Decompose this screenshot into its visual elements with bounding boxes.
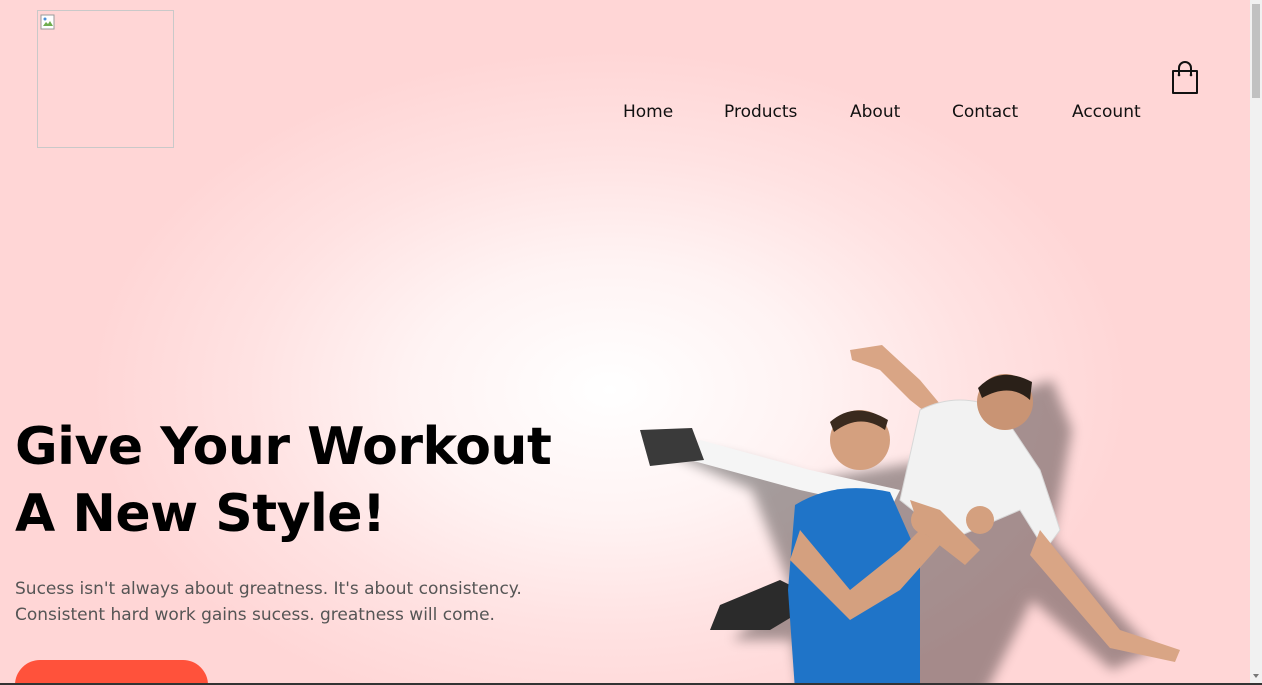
shopping-bag-icon[interactable] [1169, 60, 1201, 96]
logo-image[interactable] [37, 10, 174, 148]
nav-about[interactable]: About [850, 102, 900, 122]
explore-now-button[interactable]: Explore Now → [15, 660, 208, 685]
scroll-down-arrow-icon[interactable] [1252, 672, 1260, 680]
nav-home[interactable]: Home [623, 102, 673, 122]
hero-title-line-2: A New Style! [15, 484, 386, 544]
scrollbar-thumb[interactable] [1252, 4, 1260, 98]
nav-products[interactable]: Products [724, 102, 797, 122]
hero-title: Give Your Workout A New Style! [15, 414, 615, 548]
hero-subtitle-line-2: Consistent hard work gains sucess. great… [15, 605, 495, 625]
main-nav: Home Products About Contact Account [600, 102, 1160, 128]
vertical-scrollbar[interactable] [1250, 0, 1262, 685]
hero-subtitle-line-1: Sucess isn't always about greatness. It'… [15, 579, 522, 599]
hero-athletes-image [640, 345, 1180, 685]
hero-title-line-1: Give Your Workout [15, 417, 552, 477]
page: Home Products About Contact Account Give… [0, 0, 1250, 685]
hero-subtitle: Sucess isn't always about greatness. It'… [15, 576, 615, 628]
nav-account[interactable]: Account [1072, 102, 1141, 122]
broken-image-icon [40, 14, 55, 30]
nav-contact[interactable]: Contact [952, 102, 1018, 122]
